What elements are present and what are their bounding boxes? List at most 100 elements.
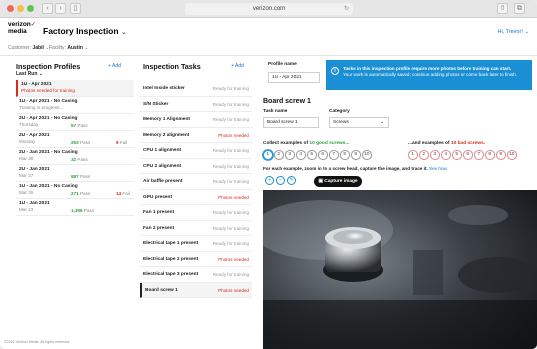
capture-label: Capture image [324,179,358,184]
good-example-slot[interactable]: 2 [274,150,284,160]
profile-list-item[interactable]: 2U - Apr 2021 Monday 263 Pass 9 Fail [16,131,134,148]
instruction-text: For each example, zoom in to a screw hea… [263,166,448,171]
browser-toolbar: ‹ › ▯ verizon.com ↻ ⇧ ⧉ [0,0,537,18]
task-list-item[interactable]: Electrical tape 1 present Ready for train… [140,236,252,252]
add-profile-button[interactable]: + Add [108,63,121,69]
reload-icon[interactable]: ↻ [344,3,349,15]
profile-list-item[interactable]: 1U - Jan 2021 - No Casing Mar 25 271 Pass 1… [16,182,134,199]
task-list-item[interactable]: Memory 1 Alignment Ready for training [140,112,252,128]
maximize-window-button[interactable] [27,5,34,12]
bad-example-slot[interactable]: 7 [474,150,484,160]
task-list-item[interactable]: Electrical tape 2 present Photos needed [140,252,252,267]
task-list-item[interactable]: S/N Sticker Ready for training [140,97,252,112]
see-how-link[interactable]: See how. [429,166,448,171]
bad-example-slot[interactable]: 5 [452,150,462,160]
task-status: Ready for training [212,163,249,169]
filter-bar: Customer: Jabil ⌄ Facility: Austin ⌄ [0,42,537,56]
task-list-item[interactable]: Memory 2 alignment Photos needed [140,128,252,143]
category-value: Screws [333,120,349,125]
good-prefix: Collect examples of [263,141,309,146]
customer-value: Jabil [32,45,44,51]
task-list-item[interactable]: CPU 1 alignment Ready for training [140,143,252,159]
logo-bottom-text: media [8,27,27,35]
bad-prefix: ...and examples of [408,141,450,146]
camera-preview[interactable] [263,190,537,349]
task-list-item[interactable]: Board screw 1 Photos needed [140,282,252,298]
greeting-text: Hi, Trevor! [497,29,523,35]
back-icon[interactable]: ‹ [42,3,53,14]
good-example-slot[interactable]: 5 [307,150,317,160]
good-example-slot[interactable]: 7 [329,150,339,160]
task-name: Fan 1 present [143,210,175,215]
profile-list-item[interactable]: 1U - Jan 2021 Mar 23 1,396 Pass [16,199,134,216]
verizon-media-logo[interactable]: verizon✓ media [8,21,36,35]
task-status: Ready for training [212,86,249,91]
bad-example-slot[interactable]: 6 [463,150,473,160]
profile-list-item[interactable]: 2U - Jan 2021 - No Casing Mar 30 32 Pass [16,148,134,165]
pass-count: 1,396 Pass [71,208,94,213]
good-example-slot[interactable]: 3 [285,150,295,160]
task-list-item[interactable]: Fan 2 present Ready for training [140,221,252,236]
profile-list-item[interactable]: 2U - Jan 2021 Mar 27 987 Pass [16,165,134,182]
task-status: Ready for training [212,101,249,107]
task-list-item[interactable]: GPU present Photos needed [140,190,252,205]
task-list-item[interactable]: Electrical tape 3 present Ready for train… [140,267,252,283]
task-status: Ready for training [212,272,249,277]
bad-example-slot[interactable]: 1 [408,150,418,160]
camera-icon: ▣ [318,179,323,184]
category-select[interactable]: Screws ⌄ [329,117,389,128]
bad-example-slot[interactable]: 2 [419,150,429,160]
bad-example-slot[interactable]: 3 [430,150,440,160]
task-list-item[interactable]: Air baffle present Ready for training [140,174,252,190]
close-window-button[interactable] [7,5,14,12]
minimize-window-button[interactable] [17,5,24,12]
profile-name: 2U - Jan 2021 - No Casing [19,150,78,155]
bad-example-slot[interactable]: 10 [507,150,517,160]
facility-filter[interactable]: Facility: Austin ⌄ [49,45,89,51]
trace-tool-icon[interactable]: ✎ [287,176,296,185]
board-screw-photo [263,190,537,349]
sort-dropdown[interactable]: Last Run ⌄ [16,71,43,77]
pass-count: 271 Pass [71,191,91,196]
good-example-slot[interactable]: 1 [263,150,273,160]
sidebar-toggle-icon[interactable]: ▯ [70,3,81,14]
profile-name-input[interactable]: 1U - Apr 2021 [268,72,320,83]
tasks-title: Inspection Tasks [143,62,201,71]
add-task-button[interactable]: + Add [231,63,244,69]
task-list-item[interactable]: Fan 1 present Ready for training [140,205,252,221]
good-example-slot[interactable]: 9 [351,150,361,160]
task-name: Memory 1 Alignment [143,117,190,122]
user-menu[interactable]: Hi, Trevor! ⌄ [497,29,529,35]
good-example-slot[interactable]: 4 [296,150,306,160]
pass-count: 987 Pass [71,174,91,179]
bad-example-slot[interactable]: 9 [496,150,506,160]
task-list-item[interactable]: CPU 2 alignment Ready for training [140,159,252,174]
task-name: CPU 2 alignment [143,163,182,169]
address-bar[interactable]: verizon.com ↻ [185,3,353,15]
customer-filter[interactable]: Customer: Jabil ⌄ [8,45,49,51]
profile-list-item[interactable]: 2U - Apr 2021 - No Casing Thursday 57 Pass [16,114,134,131]
good-example-slot[interactable]: 6 [318,150,328,160]
share-icon[interactable]: ⇧ [497,3,508,14]
bad-example-slot[interactable]: 4 [441,150,451,160]
zoom-out-icon[interactable]: − [276,176,285,185]
forward-icon[interactable]: › [55,3,66,14]
pass-count: 263 Pass [71,140,91,145]
profile-list-item[interactable]: 1U - Apr 2021 Photos needed for training. [16,80,134,97]
good-examples-label: Collect examples of 10 good screws... [263,141,349,146]
good-example-slot[interactable]: 8 [340,150,350,160]
task-name-input[interactable]: Board screw 1 [263,117,319,128]
instruction-bold: For each example, zoom in to a screw hea… [263,166,428,171]
task-list-item[interactable]: Intel Inside sticker Ready for training [140,81,252,97]
bad-example-slot[interactable]: 8 [485,150,495,160]
category-label: Category [329,109,350,114]
task-status: Ready for training [212,117,249,122]
capture-image-button[interactable]: ▣ Capture image [314,176,362,187]
task-name: Electrical tape 1 present [143,241,199,246]
zoom-in-icon[interactable]: + [265,176,274,185]
app-title-dropdown[interactable]: Factory Inspection ⌄ [43,26,126,36]
profile-subtitle: Training in progress... [19,105,64,110]
good-example-slot[interactable]: 10 [362,150,372,160]
profile-list-item[interactable]: 1U - Apr 2021 - No Casing Training in pro… [16,97,134,114]
tabs-icon[interactable]: ⧉ [514,3,525,14]
